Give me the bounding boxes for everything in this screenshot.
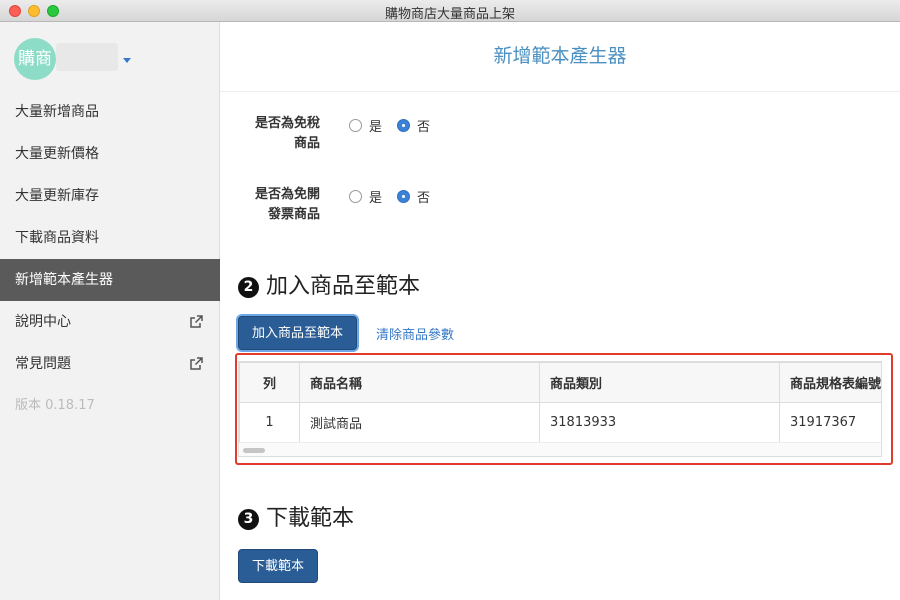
tax-free-no-radio[interactable] [397, 119, 411, 132]
product-table-grid: 列 商品名稱 商品類別 商品規格表編號 1 測試商品 31813933 3191… [239, 362, 881, 443]
section-title-text: 下載範本 [266, 506, 355, 531]
sidebar-item-label: 大量更新價格 [15, 146, 99, 162]
chevron-down-icon[interactable] [123, 58, 131, 63]
sidebar-item-faq[interactable]: 常見問題 [0, 343, 220, 385]
column-header: 商品類別 [539, 362, 780, 403]
radio-label[interactable]: 是 [369, 187, 382, 206]
table-cell: 1 [239, 402, 300, 443]
sidebar-item-label: 常見問題 [15, 356, 71, 372]
sidebar-item-label: 下載商品資料 [15, 230, 99, 246]
no-invoice-no-radio[interactable] [397, 190, 411, 203]
section-add-products-heading: 2 加入商品至範本 [238, 268, 420, 300]
main-content: 新增範本產生器 是否為免稅 商品 是 否 是否為免開 發票商品 是 否 2 加入商… [220, 22, 900, 600]
tax-free-radio-group: 是 否 [349, 116, 445, 135]
sidebar-item-bulk-stock[interactable]: 大量更新庫存 [0, 175, 220, 217]
sidebar-item-label: 說明中心 [15, 314, 71, 330]
radio-label[interactable]: 否 [417, 116, 430, 135]
label-line: 發票商品 [267, 207, 320, 222]
clear-params-link[interactable]: 清除商品參數 [376, 324, 454, 343]
sidebar-item-label: 新增範本產生器 [15, 272, 113, 288]
external-link-icon [190, 357, 203, 370]
column-header: 商品規格表編號 [779, 362, 881, 403]
section-download-heading: 3 下載範本 [238, 500, 354, 532]
sidebar-item-label: 大量更新庫存 [15, 188, 99, 204]
step-number: 3 [238, 509, 259, 530]
product-table[interactable]: 列 商品名稱 商品類別 商品規格表編號 1 測試商品 31813933 3191… [238, 361, 882, 457]
column-header: 列 [239, 362, 300, 403]
window-titlebar: 購物商店大量商品上架 [0, 0, 900, 22]
table-header-row: 列 商品名稱 商品類別 商品規格表編號 [239, 362, 881, 403]
column-header: 商品名稱 [299, 362, 540, 403]
add-to-template-button[interactable]: 加入商品至範本 [238, 316, 358, 350]
avatar[interactable]: 購商 [14, 38, 56, 80]
sidebar-nav: 大量新增商品 大量更新價格 大量更新庫存 下載商品資料 新增範本產生器 說明中心… [0, 91, 220, 427]
horizontal-scrollbar[interactable] [239, 442, 881, 456]
label-line: 是否為免稅 [254, 116, 320, 131]
label-line: 商品 [293, 136, 320, 151]
sidebar-item-bulk-price[interactable]: 大量更新價格 [0, 133, 220, 175]
tax-free-yes-radio[interactable] [349, 119, 362, 132]
sidebar: 購商 大量新增商品 大量更新價格 大量更新庫存 下載商品資料 新增範本產生器 說… [0, 22, 220, 600]
section-title-text: 加入商品至範本 [266, 274, 421, 299]
radio-label[interactable]: 否 [417, 187, 430, 206]
page-title: 新增範本產生器 [220, 22, 900, 92]
version-label: 版本 0.18.17 [15, 398, 95, 413]
tax-free-label: 是否為免稅 商品 [220, 114, 320, 154]
table-cell: 31813933 [539, 402, 780, 443]
no-invoice-label: 是否為免開 發票商品 [220, 185, 320, 225]
sidebar-item-bulk-add[interactable]: 大量新增商品 [0, 91, 220, 133]
radio-label[interactable]: 是 [369, 116, 382, 135]
sidebar-item-label: 大量新增商品 [15, 104, 99, 120]
sidebar-item-template-generator[interactable]: 新增範本產生器 [0, 259, 220, 301]
scrollbar-thumb[interactable] [243, 448, 265, 453]
account-name[interactable] [56, 43, 118, 71]
no-invoice-yes-radio[interactable] [349, 190, 362, 203]
window-title: 購物商店大量商品上架 [384, 7, 515, 22]
sidebar-item-download-data[interactable]: 下載商品資料 [0, 217, 220, 259]
label-line: 是否為免開 [254, 187, 320, 202]
table-row[interactable]: 1 測試商品 31813933 31917367 [239, 402, 881, 443]
sidebar-item-help-center[interactable]: 說明中心 [0, 301, 220, 343]
no-invoice-radio-group: 是 否 [349, 187, 445, 206]
step-number: 2 [238, 277, 259, 298]
download-template-button[interactable]: 下載範本 [238, 549, 319, 583]
table-cell: 測試商品 [299, 402, 540, 443]
table-cell: 31917367 [779, 402, 881, 443]
external-link-icon [190, 315, 203, 328]
